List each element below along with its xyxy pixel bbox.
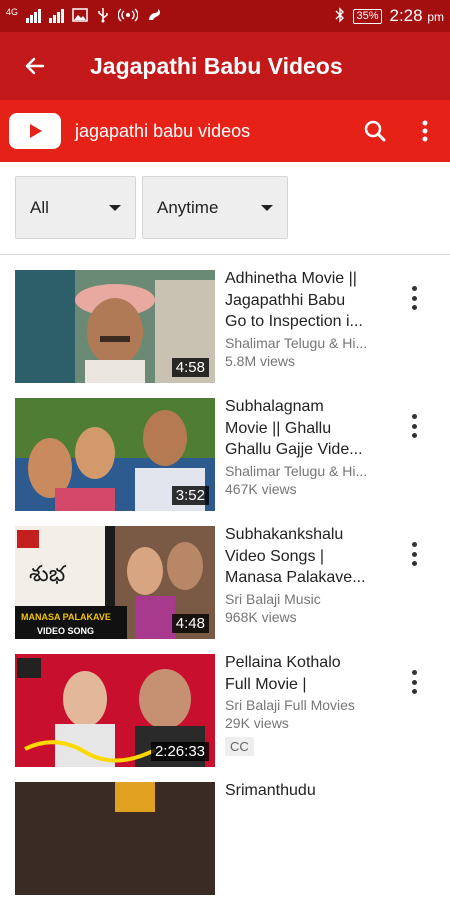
video-title[interactable]: Adhinetha Movie || Jagapathhi Babu Go to… [225,268,385,333]
channel-name: Sri Balaji Full Movies [225,697,355,713]
video-duration: 3:52 [171,486,209,505]
video-duration: 2:26:33 [150,742,209,761]
view-count: 968K views [225,608,297,625]
app-notification-icon [146,7,162,26]
channel-name: Shalimar Telugu & Hi... [225,462,368,479]
svg-text:శుభ: శుభ [29,562,67,587]
video-options-button[interactable] [406,542,422,566]
view-count: 5.8M views [225,352,296,369]
video-thumbnail[interactable]: 4:58 [15,270,215,383]
video-title[interactable]: Pellaina Kothalo Full Movie | [225,652,385,695]
date-filter-dropdown[interactable]: Anytime [142,176,288,239]
video-options-button[interactable] [406,414,422,438]
video-title[interactable]: Subhalagnam Movie || Ghallu Ghallu Gajje… [225,396,385,461]
video-options-button[interactable] [406,286,422,310]
video-title[interactable]: Subhakankshalu Video Songs | Manasa Pala… [225,524,385,589]
youtube-logo-icon[interactable] [9,113,61,149]
video-title[interactable]: Srimanthudu [225,780,385,802]
video-item[interactable]: Srimanthudu [0,780,450,908]
channel-name: Sri Balaji Music [225,590,321,607]
video-item[interactable]: శుభ MANASA PALAKAVE VIDEO SONG 4:48 Subh… [0,524,450,652]
type-filter-dropdown[interactable]: All [15,176,136,239]
search-bar: jagapathi babu videos [0,100,450,162]
image-icon [72,7,88,25]
view-count: 29K views [225,715,289,731]
video-duration: 4:48 [171,614,209,633]
more-vertical-icon [422,120,428,142]
video-options-button[interactable] [406,670,422,694]
thumbnail-caption-2: VIDEO SONG [37,626,94,636]
back-arrow-icon [25,57,45,75]
signal-icon [26,9,42,23]
video-thumbnail[interactable]: 2:26:33 [15,654,215,767]
usb-icon [96,7,110,26]
video-meta: Srimanthudu [225,780,385,802]
search-query[interactable]: jagapathi babu videos [75,121,350,142]
video-item[interactable]: 4:58 Adhinetha Movie || Jagapathhi Babu … [0,268,450,396]
video-item[interactable]: 2:26:33 Pellaina Kothalo Full Movie | Sr… [0,652,450,780]
search-button[interactable] [350,100,400,162]
video-meta: Adhinetha Movie || Jagapathhi Babu Go to… [225,268,385,369]
video-thumbnail[interactable] [15,782,215,895]
cc-badge: CC [225,737,254,756]
overflow-menu-button[interactable] [400,100,450,162]
thumbnail-image [15,782,215,895]
dropdown-arrow-icon [109,204,121,211]
dropdown-arrow-icon [261,204,273,211]
network-type: 4G [6,7,19,17]
hotspot-icon [117,7,139,25]
video-thumbnail[interactable]: 3:52 [15,398,215,511]
channel-name: Shalimar Telugu & Hi... [225,334,368,351]
video-list: 4:58 Adhinetha Movie || Jagapathhi Babu … [0,268,450,908]
bluetooth-icon [335,6,345,26]
video-meta: Pellaina Kothalo Full Movie | Sri Balaji… [225,652,385,756]
type-filter-label: All [30,197,49,217]
divider [0,254,450,255]
search-icon [364,120,386,142]
video-meta: Subhakankshalu Video Songs | Manasa Pala… [225,524,385,625]
filter-row: All Anytime [15,176,288,239]
page-title: Jagapathi Babu Videos [90,52,343,79]
status-bar: 4G 35% 2:28 pm [0,0,450,32]
video-item[interactable]: 3:52 Subhalagnam Movie || Ghallu Ghallu … [0,396,450,524]
video-duration: 4:58 [171,358,209,377]
thumbnail-caption: MANASA PALAKAVE [21,612,111,622]
app-bar: Jagapathi Babu Videos [0,32,450,100]
back-button[interactable] [0,32,70,100]
clock: 2:28 pm [389,6,445,25]
battery-indicator: 35% [353,8,382,24]
date-filter-label: Anytime [157,197,219,217]
signal-2-icon [49,9,65,23]
video-thumbnail[interactable]: శుభ MANASA PALAKAVE VIDEO SONG 4:48 [15,526,215,639]
video-meta: Subhalagnam Movie || Ghallu Ghallu Gajje… [225,396,385,497]
view-count: 467K views [225,480,297,497]
